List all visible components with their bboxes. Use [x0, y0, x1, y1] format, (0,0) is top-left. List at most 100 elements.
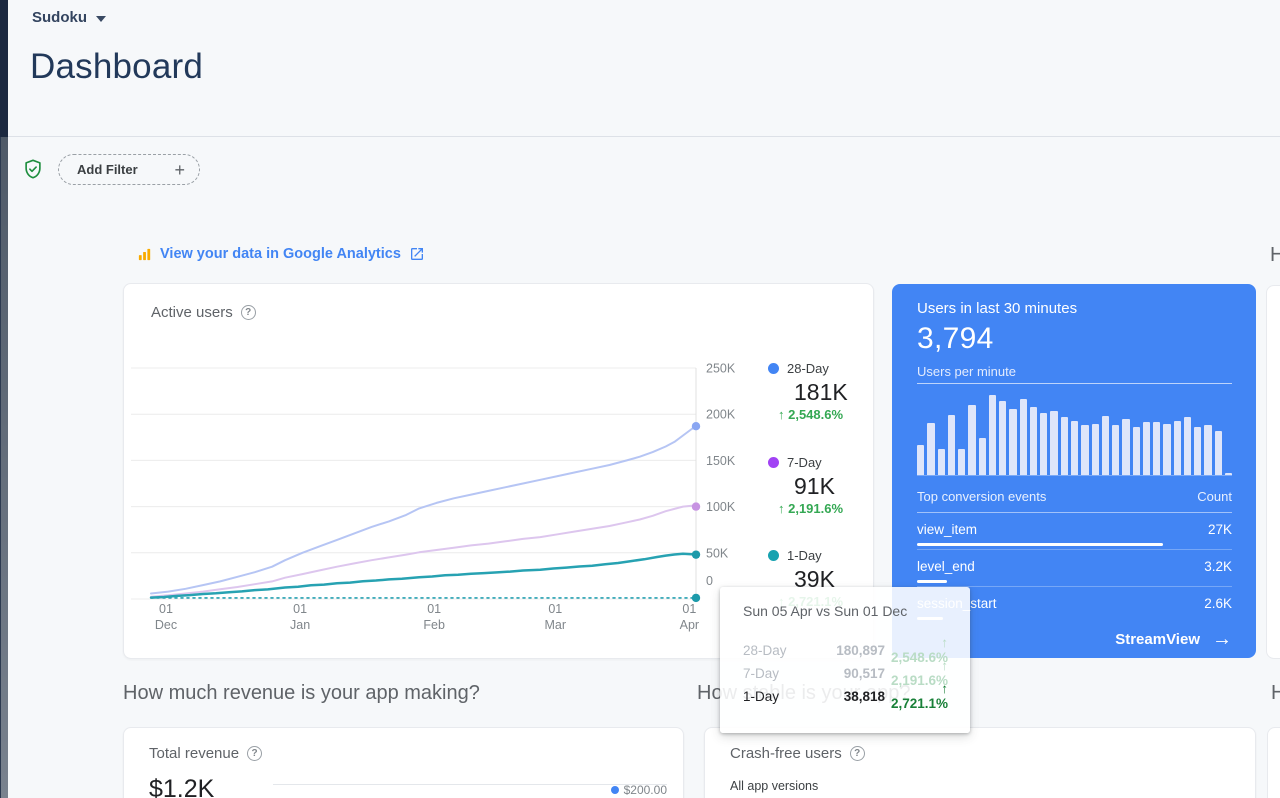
legend-dot-28day	[768, 363, 779, 374]
realtime-value: 3,794	[917, 322, 994, 355]
streamview-label: StreamView	[1115, 630, 1200, 648]
total-revenue-card: Total revenue ? $1.2K $200.00	[123, 727, 684, 798]
minute-bar	[1163, 423, 1171, 475]
tooltip-row-7day: 7-Day 90,517 ↑ 2,191.6%	[743, 658, 948, 688]
legend-value: 91K	[794, 473, 835, 499]
tooltip-series-value: 180,897	[836, 642, 885, 658]
svg-text:01: 01	[427, 602, 441, 616]
help-icon[interactable]: ?	[247, 746, 263, 761]
event-progress-bar	[917, 543, 1163, 546]
collapsed-nav-rail-top	[0, 0, 8, 137]
analytics-link-label: View your data in Google Analytics	[160, 246, 401, 262]
legend-item-7-day[interactable]: 7-Day 91K ↑ 2,191.6%	[768, 455, 843, 516]
tooltip-row-28day: 28-Day 180,897 ↑ 2,548.6%	[743, 635, 948, 665]
streamview-link[interactable]: StreamView →	[1115, 629, 1232, 649]
plus-icon: +	[174, 159, 185, 180]
chart-hover-tooltip: Sun 05 Apr vs Sun 01 Dec 28-Day 180,897 …	[720, 587, 970, 733]
minute-bar	[1142, 422, 1151, 475]
minute-bar	[927, 423, 935, 475]
clipped-section-heading-top: H	[1270, 244, 1280, 266]
legend-label: 1-Day	[787, 548, 822, 563]
event-count: 3.2K	[1204, 559, 1232, 574]
analytics-bars-icon	[137, 247, 152, 262]
tooltip-series-label: 1-Day	[743, 688, 780, 704]
tooltip-series-value: 90,517	[843, 665, 885, 681]
app-check-shield-icon[interactable]	[22, 158, 44, 180]
conversion-table-header: Top conversion events Count	[917, 489, 1232, 513]
minute-bar	[1122, 419, 1130, 475]
total-revenue-value: $1.2K	[149, 775, 215, 798]
minute-bar	[1194, 427, 1202, 475]
event-count: 27K	[1207, 522, 1232, 537]
clipped-card-bottom	[1267, 727, 1280, 798]
svg-text:Mar: Mar	[545, 618, 567, 632]
svg-text:01: 01	[682, 602, 696, 616]
conversion-row-level-end[interactable]: level_end 3.2K	[917, 550, 1232, 587]
revenue-chart-gridline	[273, 784, 667, 785]
legend-change: ↑ 2,191.6%	[778, 501, 844, 516]
tooltip-series-value: 38,818	[843, 688, 885, 704]
minute-bar	[1153, 422, 1161, 475]
minute-bar	[1204, 425, 1212, 475]
total-revenue-title: Total revenue	[149, 745, 240, 762]
add-filter-button[interactable]: Add Filter +	[58, 154, 200, 185]
minute-bar	[978, 438, 986, 475]
all-app-versions-label: All app versions	[730, 779, 819, 793]
minute-bar	[1224, 472, 1233, 475]
collapsed-nav-rail[interactable]	[0, 137, 8, 798]
event-progress-bar	[917, 580, 947, 583]
svg-text:50K: 50K	[706, 546, 729, 560]
minute-bar	[1173, 420, 1181, 475]
help-icon[interactable]: ?	[849, 746, 865, 761]
count-header: Count	[1197, 489, 1232, 504]
arrow-right-icon: →	[1212, 628, 1232, 650]
page-title: Dashboard	[30, 47, 204, 86]
event-name: level_end	[917, 559, 975, 574]
google-analytics-link[interactable]: View your data in Google Analytics	[137, 246, 425, 262]
series-dot	[610, 786, 619, 794]
legend-change: ↑ 2,548.6%	[778, 407, 844, 422]
minute-bar	[1132, 427, 1140, 475]
clipped-section-heading-bottom: H	[1271, 682, 1280, 704]
project-switcher[interactable]: Sudoku	[32, 9, 106, 26]
minute-bar	[1009, 408, 1017, 475]
crash-free-users-card: Crash-free users ? All app versions	[704, 727, 1256, 798]
minute-bar	[1214, 431, 1222, 475]
legend-item-28-day[interactable]: 28-Day 181K ↑ 2,548.6%	[768, 361, 848, 422]
revenue-chart-series-label: $200.00	[610, 783, 667, 797]
tooltip-series-label: 28-Day	[743, 642, 787, 658]
svg-text:Jan: Jan	[290, 618, 310, 632]
svg-text:250K: 250K	[706, 362, 736, 376]
svg-text:01: 01	[548, 602, 562, 616]
svg-text:0: 0	[706, 574, 713, 588]
clipped-card-top	[1266, 285, 1280, 659]
minute-bar	[1040, 412, 1048, 475]
minute-bar	[947, 415, 956, 475]
svg-text:Dec: Dec	[155, 618, 177, 632]
users-per-minute-bar-chart	[917, 390, 1233, 476]
svg-text:150K: 150K	[706, 454, 736, 468]
minute-bar	[1081, 425, 1089, 475]
minute-bar	[1029, 407, 1038, 475]
minute-bar	[1070, 420, 1079, 475]
minute-bar	[968, 404, 976, 475]
legend-dot-1day	[768, 550, 779, 561]
tooltip-row-1day: 1-Day 38,818 ↑ 2,721.1%	[743, 681, 948, 711]
svg-text:Feb: Feb	[423, 618, 445, 632]
minute-bar	[999, 400, 1007, 475]
add-filter-label: Add Filter	[77, 162, 138, 177]
legend-value: 181K	[794, 379, 848, 405]
crash-free-title: Crash-free users	[730, 745, 842, 762]
header-divider	[8, 136, 1280, 137]
tooltip-series-change: ↑ 2,721.1%	[890, 681, 948, 711]
event-name: view_item	[917, 522, 978, 537]
series-value: $200.00	[623, 783, 667, 797]
conversion-row-view-item[interactable]: view_item 27K	[917, 513, 1232, 550]
tooltip-date-range: Sun 05 Apr vs Sun 01 Dec	[743, 603, 908, 619]
firebase-dashboard-page: Sudoku Dashboard Add Filter + View your …	[0, 0, 1280, 798]
minute-bar	[1060, 417, 1068, 475]
legend-label: 7-Day	[787, 455, 822, 470]
users-per-minute-label: Users per minute	[917, 364, 1232, 384]
conversion-events-header: Top conversion events	[917, 489, 1047, 504]
minute-bar	[958, 449, 966, 475]
